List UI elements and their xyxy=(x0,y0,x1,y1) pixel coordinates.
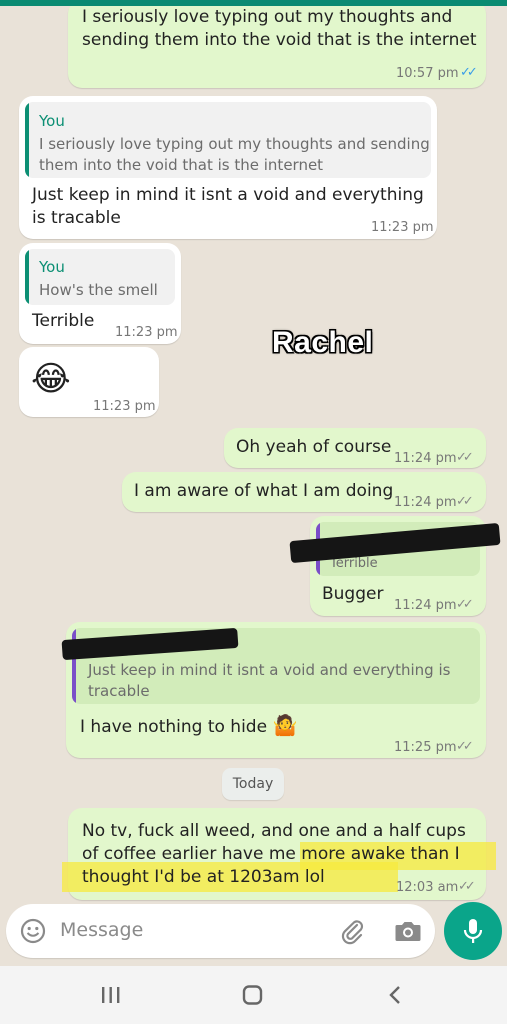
chat-area[interactable]: I seriously love typing out my thoughts … xyxy=(0,6,507,904)
message-time: 10:57 pm xyxy=(396,66,459,81)
back-icon[interactable] xyxy=(386,985,404,1005)
message-input-bar[interactable]: Message xyxy=(6,904,435,958)
mic-button[interactable] xyxy=(444,902,502,960)
quote-text: I seriously love typing out my thoughts … xyxy=(39,135,430,153)
microphone-icon xyxy=(461,917,485,945)
recent-apps-icon[interactable] xyxy=(100,986,122,1004)
message-text: Bugger xyxy=(322,584,384,604)
emoji-icon[interactable] xyxy=(20,918,46,944)
quote-text: them into the void that is the internet xyxy=(39,156,324,174)
message-outgoing[interactable]: No tv, fuck all weed, and one and a half… xyxy=(62,808,496,900)
quote-text: How's the smell xyxy=(39,281,158,299)
quote-text: Just keep in mind it isnt a void and eve… xyxy=(88,661,451,679)
message-outgoing[interactable]: I am aware of what I am doing 11:24 pm ✓… xyxy=(122,472,486,512)
message-text: of coffee earlier have me more awake tha… xyxy=(82,844,460,864)
message-text: I have nothing to hide 🤷 xyxy=(80,714,297,739)
quote-bar xyxy=(25,102,29,178)
message-text: I am aware of what I am doing xyxy=(134,481,394,501)
message-text-span: I have nothing to hide xyxy=(80,717,268,737)
message-text: thought I'd be at 1203am lol xyxy=(82,867,325,887)
delivered-ticks-icon: ✓✓ xyxy=(458,879,476,894)
delivered-ticks-icon: ✓✓ xyxy=(456,739,474,754)
home-icon[interactable] xyxy=(242,985,264,1005)
quote-bar xyxy=(25,249,29,305)
quote-text: tracable xyxy=(88,682,150,700)
quote-sender: You xyxy=(39,112,65,130)
message-time: 11:23 pm xyxy=(371,220,434,235)
message-incoming[interactable]: 😂 11:23 pm xyxy=(19,347,159,417)
delivered-ticks-icon: ✓✓ xyxy=(456,597,474,612)
message-text: No tv, fuck all weed, and one and a half… xyxy=(82,821,466,841)
camera-icon[interactable] xyxy=(394,918,422,944)
message-time: 11:23 pm xyxy=(115,325,178,340)
message-outgoing[interactable]: I seriously love typing out my thoughts … xyxy=(68,6,486,88)
message-time: 11:25 pm xyxy=(394,740,457,755)
message-incoming[interactable]: You How's the smell Terrible 11:23 pm xyxy=(19,243,181,344)
delivered-ticks-icon: ✓✓ xyxy=(456,494,474,509)
message-input[interactable]: Message xyxy=(60,919,143,941)
message-time: 11:24 pm xyxy=(394,598,457,613)
message-text: is tracable xyxy=(32,208,121,228)
date-divider: Today xyxy=(222,768,284,800)
message-outgoing[interactable]: Oh yeah of course 11:24 pm ✓✓ xyxy=(224,428,486,468)
message-incoming[interactable]: You I seriously love typing out my thoug… xyxy=(19,96,437,239)
read-ticks-icon: ✓✓ xyxy=(460,65,478,80)
message-text: Terrible xyxy=(32,311,95,331)
laughing-emoji: 😂 xyxy=(31,359,71,399)
system-nav-bar xyxy=(0,966,507,1024)
message-text: Oh yeah of course xyxy=(236,437,392,457)
delivered-ticks-icon: ✓✓ xyxy=(456,450,474,465)
message-time: 11:24 pm xyxy=(394,495,457,510)
message-time: 12:03 am xyxy=(396,880,459,895)
message-time: 11:23 pm xyxy=(93,399,156,414)
message-text: sending them into the void that is the i… xyxy=(82,30,477,50)
paperclip-icon[interactable] xyxy=(338,917,366,945)
shrug-emoji: 🤷 xyxy=(272,713,298,737)
message-text: I seriously love typing out my thoughts … xyxy=(82,7,453,27)
quote-sender: You xyxy=(39,258,65,276)
message-text: Just keep in mind it isnt a void and eve… xyxy=(32,185,424,205)
quoted-reply[interactable]: You I seriously love typing out my thoug… xyxy=(25,102,431,178)
quoted-reply[interactable]: You How's the smell xyxy=(25,249,175,305)
overlay-name-label: Rachel xyxy=(272,326,374,359)
message-time: 11:24 pm xyxy=(394,451,457,466)
